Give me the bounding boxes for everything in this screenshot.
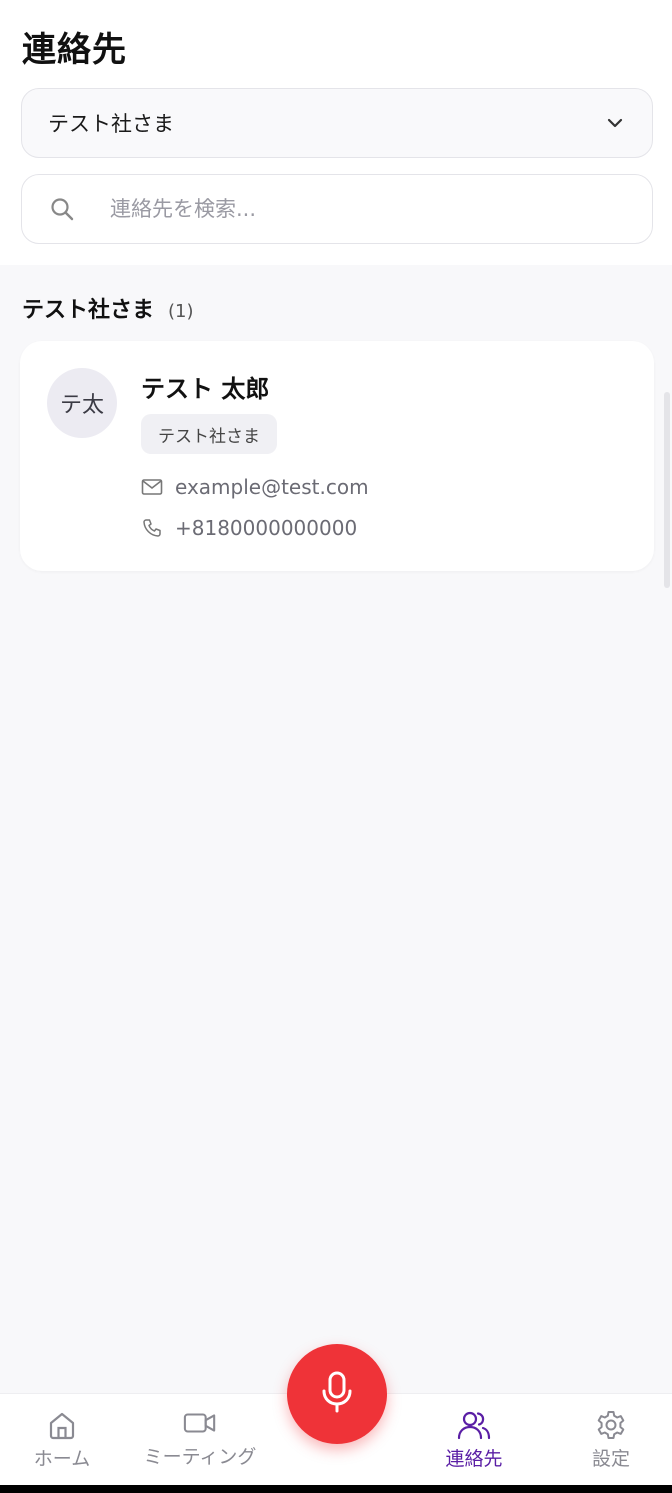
- nav-label-settings: 設定: [591, 1448, 630, 1470]
- nav-label-meeting: ミーティング: [143, 1446, 257, 1468]
- header: 連絡先 テスト社さま: [0, 0, 672, 265]
- home-icon: [45, 1408, 79, 1442]
- page-title: 連絡先: [22, 30, 127, 70]
- contact-email-row[interactable]: example@test.com: [141, 475, 369, 499]
- nav-item-settings[interactable]: 設定: [584, 1408, 638, 1471]
- microphone-icon: [317, 1370, 357, 1418]
- nav-item-meeting[interactable]: ミーティング: [136, 1406, 264, 1469]
- users-icon: [457, 1408, 491, 1442]
- search-box[interactable]: [21, 174, 653, 244]
- nav-label-contacts: 連絡先: [445, 1448, 503, 1470]
- search-icon: [48, 195, 76, 223]
- company-badge: テスト社さま: [141, 414, 277, 454]
- contacts-screen: 連絡先 テスト社さま テスト社さま (1) テ太 テスト 太郎 テスト社さま e…: [0, 0, 672, 1493]
- contact-phone-row[interactable]: +8180000000000: [141, 516, 357, 540]
- avatar: テ太: [47, 368, 117, 438]
- scrollbar[interactable]: [664, 392, 670, 588]
- contact-phone: +8180000000000: [175, 516, 358, 540]
- record-button[interactable]: [287, 1344, 387, 1444]
- company-select[interactable]: テスト社さま: [21, 88, 653, 158]
- group-count: (1): [168, 301, 194, 322]
- phone-icon: [141, 517, 163, 539]
- video-camera-icon: [183, 1406, 217, 1440]
- gear-icon: [594, 1408, 628, 1442]
- group-header: テスト社さま (1): [22, 292, 194, 324]
- nav-item-home[interactable]: ホーム: [30, 1408, 94, 1471]
- contact-card[interactable]: テ太 テスト 太郎 テスト社さま example@test.com +81800…: [20, 341, 654, 571]
- nav-label-home: ホーム: [33, 1448, 91, 1470]
- chevron-down-icon: [604, 112, 626, 134]
- system-bottom-bar: [0, 1485, 672, 1493]
- contact-email: example@test.com: [175, 475, 369, 499]
- company-select-value: テスト社さま: [48, 112, 174, 136]
- mail-icon: [141, 476, 163, 498]
- contact-name: テスト 太郎: [141, 375, 270, 403]
- nav-item-contacts[interactable]: 連絡先: [440, 1408, 508, 1471]
- group-name: テスト社さま: [22, 298, 155, 323]
- search-input[interactable]: [110, 197, 626, 221]
